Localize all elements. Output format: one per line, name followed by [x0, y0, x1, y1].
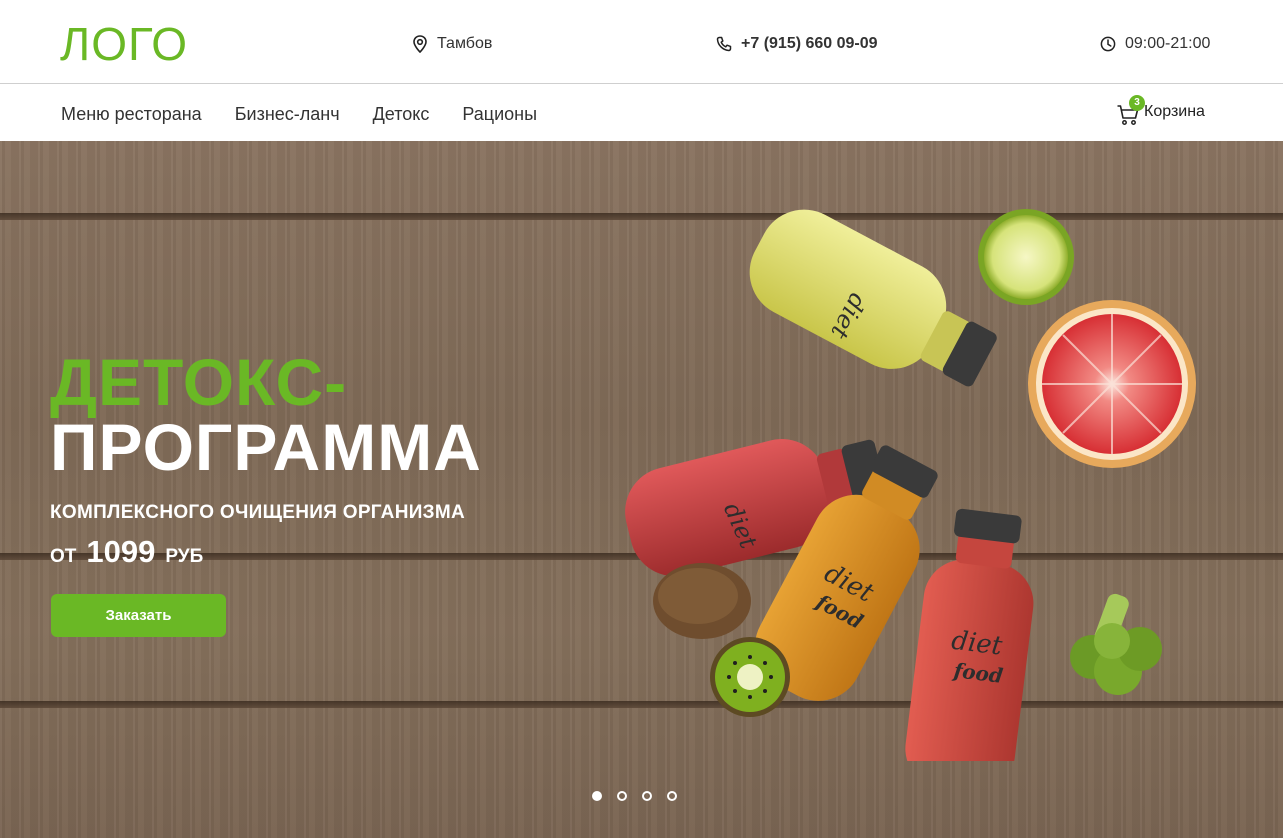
- working-hours: 09:00-21:00: [1100, 33, 1210, 55]
- cart-count-badge: 3: [1129, 95, 1145, 111]
- phone-icon: [716, 36, 732, 52]
- hero-subtitle: КОМПЛЕКСНОГО ОЧИЩЕНИЯ ОРГАНИЗМА: [50, 502, 466, 523]
- city-name: Тамбов: [437, 35, 493, 52]
- nav-item-rations[interactable]: Рационы: [462, 104, 537, 125]
- hero-title-line1: ДЕТОКС-: [50, 345, 348, 419]
- slider-dots: [592, 791, 677, 801]
- slider-dot-1[interactable]: [592, 791, 602, 801]
- price-value: 1099: [86, 534, 156, 569]
- detox-bottles-image: diet diet diet food diet food: [625, 209, 1196, 761]
- nav-item-restaurant-menu[interactable]: Меню ресторана: [61, 104, 202, 125]
- phone-number: +7 (915) 660 09-09: [741, 35, 878, 52]
- hero-title-line2: ПРОГРАММА: [50, 410, 482, 484]
- top-header: ЛОГО Тамбов +7 (915) 660 09-09 09:00-21:…: [0, 0, 1283, 84]
- hero-slider: diet diet diet food diet food ДЕТОКС- ПР…: [0, 141, 1283, 838]
- order-button[interactable]: Заказать: [51, 594, 226, 637]
- cart-button[interactable]: 3 Корзина: [1116, 95, 1205, 125]
- clock-icon: [1100, 36, 1116, 52]
- slider-dot-4[interactable]: [667, 791, 677, 801]
- logo[interactable]: ЛОГО: [60, 18, 188, 70]
- cart-label: Корзина: [1144, 103, 1205, 120]
- phone-link[interactable]: +7 (915) 660 09-09: [716, 33, 878, 55]
- bottle-brand-text: diet: [950, 626, 1005, 662]
- price-prefix: ОТ: [50, 546, 77, 567]
- cart-icon-wrap: 3: [1116, 95, 1145, 125]
- nav-item-detox[interactable]: Детокс: [373, 104, 430, 125]
- price-currency: РУБ: [165, 546, 204, 567]
- hero-price: ОТ 1099 РУБ: [50, 534, 203, 570]
- slider-dot-3[interactable]: [642, 791, 652, 801]
- nav-item-business-lunch[interactable]: Бизнес-ланч: [235, 104, 340, 125]
- city-selector[interactable]: Тамбов: [412, 33, 492, 55]
- location-pin-icon: [413, 35, 427, 53]
- slider-dot-2[interactable]: [617, 791, 627, 801]
- main-nav: Меню ресторана Бизнес-ланч Детокс Рацион…: [61, 104, 537, 125]
- main-navbar: Меню ресторана Бизнес-ланч Детокс Рацион…: [0, 84, 1283, 141]
- hours-text: 09:00-21:00: [1125, 35, 1211, 52]
